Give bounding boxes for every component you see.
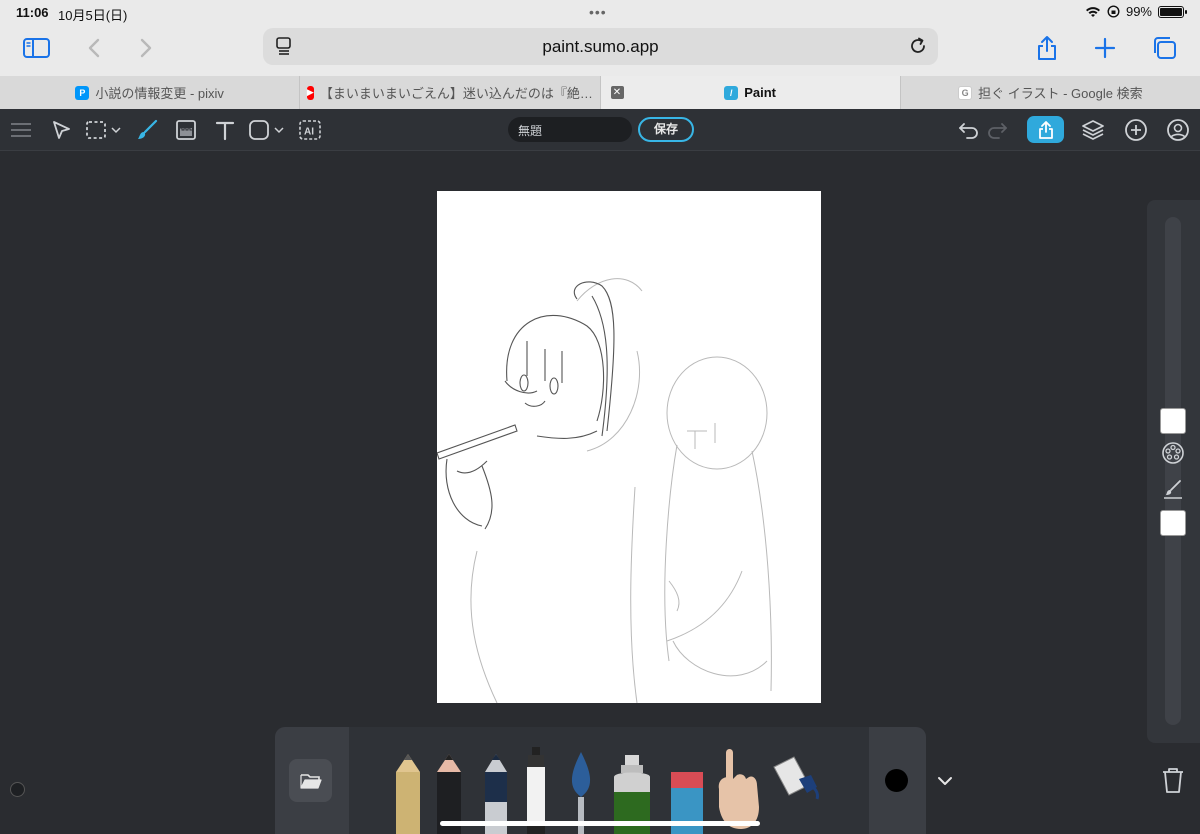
tab-youtube[interactable]: ▶ 【まいまいまいごえん】迷い込んだのは『絶… xyxy=(300,76,601,109)
redo-icon[interactable] xyxy=(986,117,1008,143)
youtube-icon: ▶ xyxy=(306,85,314,100)
drawing-canvas[interactable] xyxy=(436,191,821,704)
tab-pixiv[interactable]: P 小説の情報変更 - pixiv xyxy=(0,76,301,109)
status-time: 11:06 xyxy=(16,5,49,20)
forward-icon[interactable] xyxy=(132,34,160,62)
secondary-color-swatch[interactable] xyxy=(1160,510,1186,536)
address-bar[interactable]: paint.sumo.app xyxy=(263,28,938,65)
new-tab-icon[interactable] xyxy=(1091,34,1119,62)
tab-overview-icon[interactable] xyxy=(1151,34,1179,62)
layers-icon[interactable] xyxy=(1081,117,1105,143)
sketch-drawing xyxy=(436,278,772,704)
document-title-input[interactable]: 無題 xyxy=(508,117,632,142)
primary-color-swatch[interactable] xyxy=(1160,408,1186,434)
current-color-swatch[interactable] xyxy=(885,769,908,792)
sidebar-toggle-icon[interactable] xyxy=(22,34,50,62)
browser-tabs: P 小説の情報変更 - pixiv ▶ 【まいまいまいごえん】迷い込んだのは『絶… xyxy=(0,76,1200,109)
tab-label: Paint xyxy=(744,85,777,100)
battery-percent: 99% xyxy=(1125,4,1152,19)
status-right: 99% xyxy=(1085,4,1187,19)
add-circle-icon[interactable] xyxy=(1124,117,1148,143)
google-icon: G xyxy=(958,85,973,100)
account-icon[interactable] xyxy=(1166,117,1190,143)
folder-button[interactable] xyxy=(289,759,332,802)
svg-text:AI: AI xyxy=(304,127,314,138)
paint-icon: / xyxy=(724,85,739,100)
close-tab-icon[interactable]: ✕ xyxy=(610,86,624,99)
select-arrow-icon[interactable] xyxy=(50,117,72,143)
tab-label: 小説の情報変更 - pixiv xyxy=(95,86,224,101)
pixiv-icon: P xyxy=(75,85,90,100)
home-indicator[interactable] xyxy=(440,821,760,826)
trash-icon[interactable] xyxy=(1160,766,1186,799)
text-tool-icon[interactable] xyxy=(214,117,236,143)
export-icon xyxy=(1038,120,1053,139)
tab-label: 【まいまいまいごえん】迷い込んだのは『絶… xyxy=(319,86,593,101)
status-bar: 11:06 10月5日(日) ••• 99% xyxy=(0,0,1200,24)
multitask-dots[interactable]: ••• xyxy=(589,4,607,20)
share-icon[interactable] xyxy=(1033,34,1061,62)
hamburger-menu-icon[interactable] xyxy=(10,117,32,143)
brush-tray xyxy=(275,727,952,834)
workspace xyxy=(0,152,1200,834)
hand-tool[interactable] xyxy=(718,749,759,829)
chevron-down-icon[interactable] xyxy=(937,773,953,791)
browser-toolbar: paint.sumo.app xyxy=(0,24,1200,76)
pencil-brush[interactable] xyxy=(396,754,420,834)
wifi-icon xyxy=(1085,6,1100,17)
save-button[interactable]: 保存 xyxy=(638,117,694,142)
tab-google[interactable]: G 担ぐ イラスト - Google 検索 xyxy=(901,76,1200,109)
texture-fill-icon[interactable] xyxy=(175,117,197,143)
status-date: 10月5日(日) xyxy=(58,8,128,23)
battery-icon xyxy=(1158,5,1187,18)
shape-tool-icon[interactable] xyxy=(248,117,288,143)
back-icon[interactable] xyxy=(80,34,108,62)
fill-tool-brush[interactable] xyxy=(773,756,819,800)
marquee-select-icon[interactable] xyxy=(85,117,125,143)
app-toolbar: AI 無題 保存 xyxy=(0,109,1200,151)
folder-icon xyxy=(299,773,322,789)
brush-opacity-icon[interactable] xyxy=(1160,476,1186,502)
brush-size-slider[interactable] xyxy=(1165,217,1181,725)
export-button[interactable] xyxy=(1027,116,1064,143)
tab-paint[interactable]: ✕ / Paint xyxy=(600,76,901,109)
ai-select-icon[interactable]: AI xyxy=(298,117,322,143)
tab-label: 担ぐ イラスト - Google 検索 xyxy=(978,86,1143,101)
brush-list xyxy=(349,727,869,834)
palette-icon[interactable] xyxy=(1160,440,1186,466)
undo-icon[interactable] xyxy=(958,117,980,143)
reload-icon[interactable] xyxy=(908,36,928,61)
brush-tool-icon[interactable] xyxy=(135,117,159,143)
status-dot-icon[interactable] xyxy=(10,782,25,797)
brush-settings-panel xyxy=(1147,200,1200,743)
url-text: paint.sumo.app xyxy=(542,37,659,56)
orientation-lock-icon xyxy=(1107,5,1120,18)
